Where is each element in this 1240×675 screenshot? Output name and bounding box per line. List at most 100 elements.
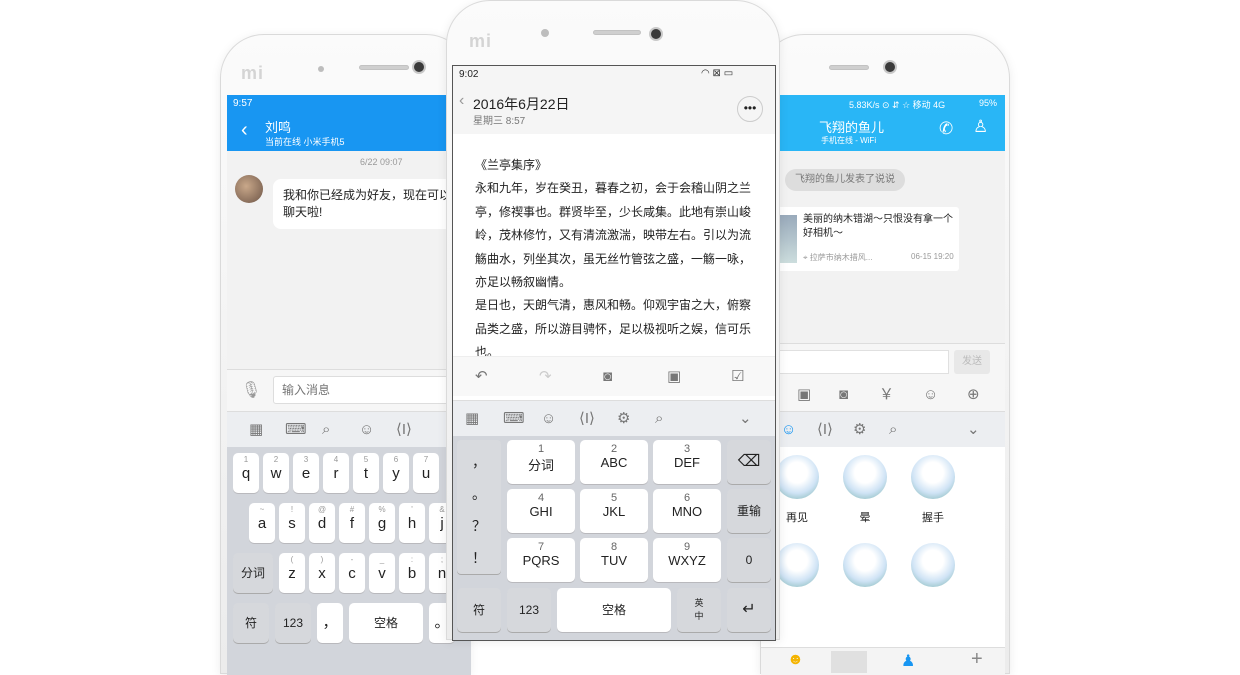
punct-key[interactable]: ！ [457, 544, 501, 572]
key-y[interactable]: 6y [383, 453, 409, 493]
checklist-icon[interactable]: ☑ [731, 367, 744, 387]
punct-key[interactable]: ？ [457, 512, 501, 540]
fenci-key[interactable]: 分词 [233, 553, 273, 593]
key-z[interactable]: (z [279, 553, 305, 593]
qq-penguin-icon[interactable]: ♟ [901, 651, 915, 671]
redo-icon[interactable]: ↷ [539, 367, 552, 387]
sticker[interactable] [911, 455, 955, 499]
plus-icon[interactable]: ⊕ [967, 385, 980, 405]
symbol-key[interactable]: 符 [457, 588, 501, 632]
t9-key-9[interactable]: 9 WXYZ [653, 538, 721, 582]
cursor-icon[interactable]: ⟨I⟩ [396, 420, 412, 440]
keyboard-icon[interactable]: ⌨ [503, 409, 525, 429]
chevron-down-icon[interactable]: ⌄ [967, 420, 980, 440]
emoji-icon[interactable]: ☺ [359, 420, 374, 440]
key-e[interactable]: 3e [293, 453, 319, 493]
t9-key-5[interactable]: 5 JKL [580, 489, 648, 533]
image-icon[interactable]: ▣ [797, 385, 811, 405]
comma-key[interactable]: ， [317, 603, 343, 643]
t9-key-1[interactable]: 1 分词 [507, 440, 575, 484]
chevron-down-icon[interactable]: ⌄ [739, 409, 752, 429]
phone-icon[interactable]: ✆ [939, 119, 953, 139]
emoji-icon[interactable]: ☺ [781, 420, 796, 440]
key-g[interactable]: % g [369, 503, 395, 543]
image-icon[interactable]: ▣ [667, 367, 681, 387]
key-h[interactable]: ' h [399, 503, 425, 543]
t9-key-8[interactable]: 8 TUV [580, 538, 648, 582]
avatar[interactable] [235, 175, 263, 203]
front-camera [883, 60, 897, 74]
symbol-key[interactable]: 符 [233, 603, 269, 643]
rewrite-key[interactable]: 重输 [727, 489, 771, 533]
backspace-key[interactable]: ⌫ [727, 440, 771, 484]
message-input[interactable] [761, 350, 949, 374]
sticker[interactable] [775, 543, 819, 587]
punct-key[interactable]: ， [457, 448, 501, 476]
settings-icon[interactable]: ⚙ [853, 420, 866, 440]
key-q[interactable]: 1q [233, 453, 259, 493]
sticker[interactable] [843, 455, 887, 499]
key-v[interactable]: _ v [369, 553, 395, 593]
search-icon[interactable]: ⌕ [322, 420, 330, 440]
search-icon[interactable]: ⌕ [889, 420, 897, 440]
key-sub: # [349, 505, 355, 514]
key-number: 4 [537, 492, 545, 504]
input-bar: 🎙 [227, 369, 471, 411]
space-key[interactable]: 空格 [557, 588, 671, 632]
cursor-icon[interactable]: ⟨I⟩ [579, 409, 595, 429]
number-key[interactable]: 123 [507, 588, 551, 632]
key-f[interactable]: # f [339, 503, 365, 543]
cursor-icon[interactable]: ⟨I⟩ [817, 420, 833, 440]
back-icon[interactable]: ‹ [459, 92, 464, 110]
t9-key-7[interactable]: 7 PQRS [507, 538, 575, 582]
emoji-icon[interactable]: ☺ [923, 385, 938, 405]
sticker[interactable] [911, 543, 955, 587]
key-d[interactable]: @ d [309, 503, 335, 543]
key-u[interactable]: 7u [413, 453, 439, 493]
undo-icon[interactable]: ↶ [475, 367, 488, 387]
red-packet-icon[interactable]: ￥ [879, 385, 894, 405]
t9-key-6[interactable]: 6 MNO [653, 489, 721, 533]
note-body[interactable]: 《兰亭集序》 永和九年，岁在癸丑，暮春之初，会于会稽山阴之兰 亭，修禊事也。群贤毕至… [475, 154, 765, 365]
key-s[interactable]: ! s [279, 503, 305, 543]
profile-icon[interactable]: ♙ [973, 117, 988, 137]
zero-key[interactable]: 0 [727, 538, 771, 582]
emoji-icon[interactable]: ☺ [541, 409, 556, 429]
camera-icon[interactable]: ◙ [603, 367, 612, 387]
grid-icon[interactable]: ▦ [465, 409, 479, 429]
key-b[interactable]: :b [399, 553, 425, 593]
key-x[interactable]: ) x [309, 553, 335, 593]
language-key[interactable]: 英中 [677, 588, 721, 632]
punct-key[interactable]: 。 [457, 480, 501, 508]
number-key[interactable]: 123 [275, 603, 311, 643]
key-a[interactable]: ~ a [249, 503, 275, 543]
sticker[interactable] [775, 455, 819, 499]
key-t[interactable]: 5t [353, 453, 379, 493]
message-input[interactable] [273, 376, 471, 404]
back-icon[interactable]: ‹ [241, 119, 248, 142]
key-w[interactable]: 2w [263, 453, 289, 493]
search-icon[interactable]: ⌕ [655, 409, 663, 429]
key-letters: MNO [671, 504, 703, 519]
t9-keyboard: ， 。 ？ ！ 1 分词 2 ABC 3 DEF 4 GHI 5 JKL 6 MNO 7 PQRS 8 TUV 9 WX… [453, 436, 775, 640]
enter-key[interactable]: ↵ [727, 588, 771, 632]
sticker-tab-icon[interactable] [831, 651, 867, 673]
share-card[interactable]: 美丽的纳木错湖～只恨没有拿一个好相机～ ⌖ 拉萨市纳木措风... 06-15 1… [773, 207, 959, 271]
add-sticker-icon[interactable]: + [971, 648, 983, 671]
camera-icon[interactable]: ◙ [839, 385, 848, 405]
battery-icon: ▭ [723, 68, 734, 79]
more-icon[interactable]: ••• [737, 96, 763, 122]
settings-icon[interactable]: ⚙ [617, 409, 630, 429]
mic-icon[interactable]: 🎙 [241, 380, 261, 400]
key-r[interactable]: 4r [323, 453, 349, 493]
keyboard-icon[interactable]: ⌨ [285, 420, 307, 440]
t9-key-3[interactable]: 3 DEF [653, 440, 721, 484]
smile-icon[interactable]: ☻ [787, 651, 804, 669]
space-key[interactable]: 空格 [349, 603, 423, 643]
key-c[interactable]: -c [339, 553, 365, 593]
t9-key-2[interactable]: 2 ABC [580, 440, 648, 484]
t9-key-4[interactable]: 4 GHI [507, 489, 575, 533]
grid-icon[interactable]: ▦ [249, 420, 263, 440]
send-button[interactable]: 发送 [954, 350, 990, 374]
sticker[interactable] [843, 543, 887, 587]
